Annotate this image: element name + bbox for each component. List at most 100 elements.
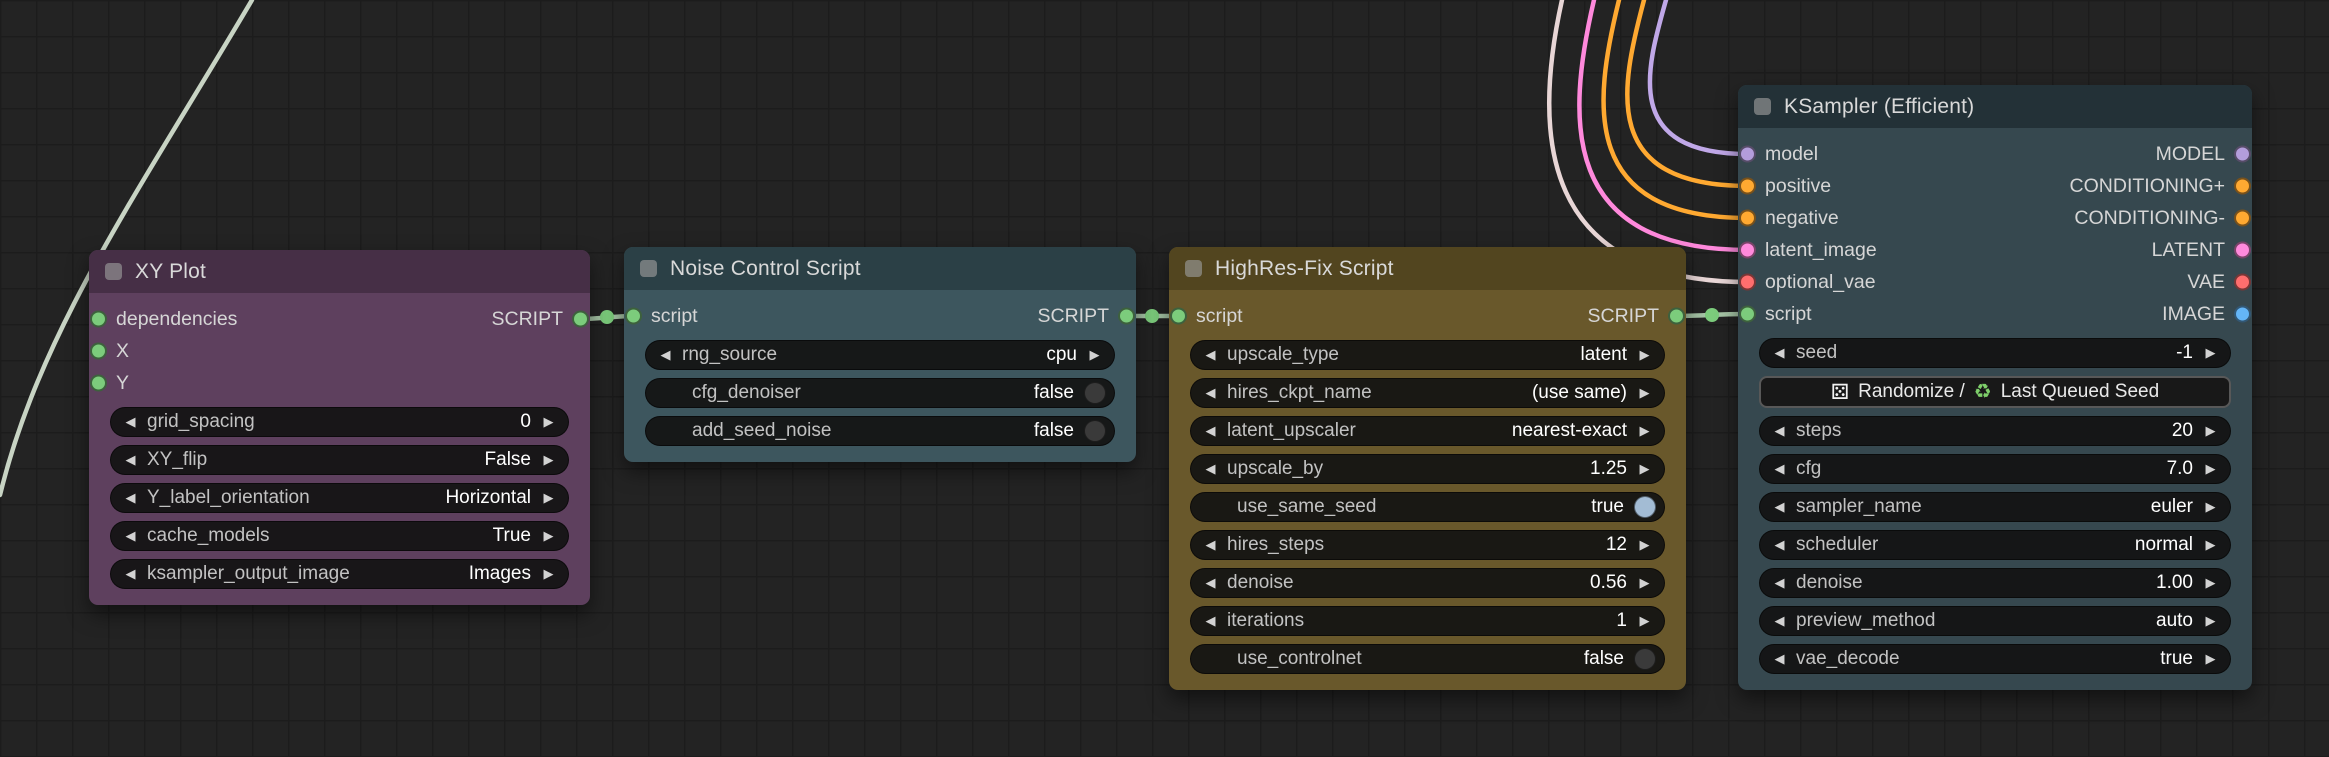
toggle-knob[interactable] <box>1634 496 1656 518</box>
increment-arrow-icon[interactable]: ▶ <box>541 452 556 468</box>
toggle-knob[interactable] <box>1084 382 1106 404</box>
decrement-arrow-icon[interactable]: ◀ <box>1772 613 1787 629</box>
decrement-arrow-icon[interactable]: ◀ <box>123 528 138 544</box>
widget-y-label-orientation[interactable]: ◀ Y_label_orientation Horizontal ▶ <box>110 483 569 513</box>
decrement-arrow-icon[interactable]: ◀ <box>1772 423 1787 439</box>
increment-arrow-icon[interactable]: ▶ <box>2203 345 2218 361</box>
decrement-arrow-icon[interactable]: ◀ <box>1203 537 1218 553</box>
input-port-script[interactable] <box>625 307 642 325</box>
node-xy-plot[interactable]: XY Plot dependencies SCRIPT X Y ◀ grid_s… <box>89 250 590 605</box>
widget-add-seed-noise[interactable]: add_seed_noise false <box>645 416 1115 446</box>
widget-rng-source[interactable]: ◀ rng_source cpu ▶ <box>645 340 1115 370</box>
output-port-conditioning-minus[interactable] <box>2234 209 2251 227</box>
increment-arrow-icon[interactable]: ▶ <box>1637 461 1652 477</box>
decrement-arrow-icon[interactable]: ◀ <box>658 347 673 363</box>
widget-xy-flip[interactable]: ◀ XY_flip False ▶ <box>110 445 569 475</box>
input-port-script[interactable] <box>1170 307 1187 325</box>
widget-use-same-seed[interactable]: use_same_seed true <box>1190 492 1665 522</box>
decrement-arrow-icon[interactable]: ◀ <box>123 490 138 506</box>
input-port-model[interactable] <box>1739 145 1756 163</box>
output-port-script[interactable] <box>1668 307 1685 325</box>
widget-denoise[interactable]: ◀ denoise 1.00 ▶ <box>1759 568 2231 598</box>
output-port-image[interactable] <box>2234 305 2251 323</box>
increment-arrow-icon[interactable]: ▶ <box>2203 499 2218 515</box>
node-graph-canvas[interactable]: XY Plot dependencies SCRIPT X Y ◀ grid_s… <box>0 0 2329 757</box>
decrement-arrow-icon[interactable]: ◀ <box>1772 499 1787 515</box>
input-port-negative[interactable] <box>1739 209 1756 227</box>
decrement-arrow-icon[interactable]: ◀ <box>1772 345 1787 361</box>
output-port-latent[interactable] <box>2234 241 2251 259</box>
widget-steps[interactable]: ◀ steps 20 ▶ <box>1759 416 2231 446</box>
widget-upscale-type[interactable]: ◀ upscale_type latent ▶ <box>1190 340 1665 370</box>
node-title-bar[interactable]: HighRes-Fix Script <box>1169 247 1686 290</box>
collapse-toggle-icon[interactable] <box>1185 260 1202 277</box>
toggle-knob[interactable] <box>1634 648 1656 670</box>
decrement-arrow-icon[interactable]: ◀ <box>1203 385 1218 401</box>
widget-sampler-name[interactable]: ◀ sampler_name euler ▶ <box>1759 492 2231 522</box>
decrement-arrow-icon[interactable]: ◀ <box>1772 461 1787 477</box>
widget-scheduler[interactable]: ◀ scheduler normal ▶ <box>1759 530 2231 560</box>
output-port-vae[interactable] <box>2234 273 2251 291</box>
widget-preview-method[interactable]: ◀ preview_method auto ▶ <box>1759 606 2231 636</box>
increment-arrow-icon[interactable]: ▶ <box>541 528 556 544</box>
widget-cfg-denoiser[interactable]: cfg_denoiser false <box>645 378 1115 408</box>
increment-arrow-icon[interactable]: ▶ <box>541 490 556 506</box>
increment-arrow-icon[interactable]: ▶ <box>1637 423 1652 439</box>
widget-hires-steps[interactable]: ◀ hires_steps 12 ▶ <box>1190 530 1665 560</box>
increment-arrow-icon[interactable]: ▶ <box>2203 537 2218 553</box>
increment-arrow-icon[interactable]: ▶ <box>1637 613 1652 629</box>
node-title-bar[interactable]: KSampler (Efficient) <box>1738 85 2252 128</box>
increment-arrow-icon[interactable]: ▶ <box>2203 575 2218 591</box>
widget-latent-upscaler[interactable]: ◀ latent_upscaler nearest-exact ▶ <box>1190 416 1665 446</box>
input-port-x[interactable] <box>90 342 107 360</box>
output-port-script[interactable] <box>1118 307 1135 325</box>
increment-arrow-icon[interactable]: ▶ <box>1637 537 1652 553</box>
randomize-seed-button[interactable]: ⚄ Randomize / ♻ Last Queued Seed <box>1759 376 2231 408</box>
decrement-arrow-icon[interactable]: ◀ <box>1203 423 1218 439</box>
decrement-arrow-icon[interactable]: ◀ <box>1772 575 1787 591</box>
increment-arrow-icon[interactable]: ▶ <box>1637 575 1652 591</box>
output-port-model[interactable] <box>2234 145 2251 163</box>
output-port-conditioning-plus[interactable] <box>2234 177 2251 195</box>
input-port-dependencies[interactable] <box>90 310 107 328</box>
decrement-arrow-icon[interactable]: ◀ <box>123 452 138 468</box>
increment-arrow-icon[interactable]: ▶ <box>1637 347 1652 363</box>
collapse-toggle-icon[interactable] <box>1754 98 1771 115</box>
increment-arrow-icon[interactable]: ▶ <box>2203 461 2218 477</box>
widget-denoise[interactable]: ◀ denoise 0.56 ▶ <box>1190 568 1665 598</box>
output-port-script[interactable] <box>572 310 589 328</box>
increment-arrow-icon[interactable]: ▶ <box>2203 423 2218 439</box>
input-port-positive[interactable] <box>1739 177 1756 195</box>
decrement-arrow-icon[interactable]: ◀ <box>1203 461 1218 477</box>
widget-upscale-by[interactable]: ◀ upscale_by 1.25 ▶ <box>1190 454 1665 484</box>
increment-arrow-icon[interactable]: ▶ <box>1087 347 1102 363</box>
increment-arrow-icon[interactable]: ▶ <box>2203 651 2218 667</box>
decrement-arrow-icon[interactable]: ◀ <box>1203 347 1218 363</box>
collapse-toggle-icon[interactable] <box>105 263 122 280</box>
toggle-knob[interactable] <box>1084 420 1106 442</box>
decrement-arrow-icon[interactable]: ◀ <box>1772 651 1787 667</box>
widget-hires-ckpt-name[interactable]: ◀ hires_ckpt_name (use same) ▶ <box>1190 378 1665 408</box>
input-port-latent-image[interactable] <box>1739 241 1756 259</box>
widget-seed[interactable]: ◀ seed -1 ▶ <box>1759 338 2231 368</box>
input-port-y[interactable] <box>90 374 107 392</box>
decrement-arrow-icon[interactable]: ◀ <box>123 414 138 430</box>
widget-ksampler-output-image[interactable]: ◀ ksampler_output_image Images ▶ <box>110 559 569 589</box>
increment-arrow-icon[interactable]: ▶ <box>1637 385 1652 401</box>
increment-arrow-icon[interactable]: ▶ <box>541 414 556 430</box>
node-highres-fix-script[interactable]: HighRes-Fix Script script SCRIPT ◀ upsca… <box>1169 247 1686 690</box>
widget-use-controlnet[interactable]: use_controlnet false <box>1190 644 1665 674</box>
node-title-bar[interactable]: Noise Control Script <box>624 247 1136 290</box>
node-noise-control-script[interactable]: Noise Control Script script SCRIPT ◀ rng… <box>624 247 1136 462</box>
widget-vae-decode[interactable]: ◀ vae_decode true ▶ <box>1759 644 2231 674</box>
decrement-arrow-icon[interactable]: ◀ <box>123 566 138 582</box>
widget-iterations[interactable]: ◀ iterations 1 ▶ <box>1190 606 1665 636</box>
node-ksampler-efficient[interactable]: KSampler (Efficient) model MODEL positiv… <box>1738 85 2252 690</box>
decrement-arrow-icon[interactable]: ◀ <box>1772 537 1787 553</box>
widget-grid-spacing[interactable]: ◀ grid_spacing 0 ▶ <box>110 407 569 437</box>
widget-cache-models[interactable]: ◀ cache_models True ▶ <box>110 521 569 551</box>
input-port-script[interactable] <box>1739 305 1756 323</box>
increment-arrow-icon[interactable]: ▶ <box>541 566 556 582</box>
collapse-toggle-icon[interactable] <box>640 260 657 277</box>
node-title-bar[interactable]: XY Plot <box>89 250 590 293</box>
